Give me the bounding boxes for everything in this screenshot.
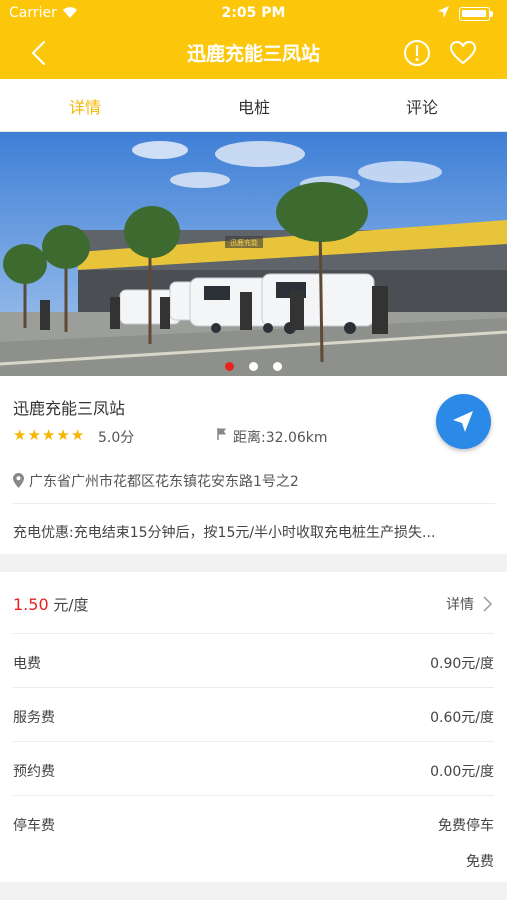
star-icon: ★ — [13, 426, 28, 444]
price-detail-link[interactable]: 详情 — [446, 594, 474, 614]
price-unit: 元/度 — [48, 596, 89, 614]
fee-value: 0.90元/度 — [430, 656, 494, 672]
nav-bar: 迅鹿充能三凤站 — [0, 28, 507, 79]
flag-icon — [217, 428, 226, 440]
chevron-right-icon[interactable] — [482, 595, 494, 613]
heart-icon[interactable] — [449, 39, 477, 67]
fee-label: 电费 — [13, 656, 41, 672]
tab-reviews[interactable]: 评论 — [362, 94, 482, 118]
distance: 距离:32.06km — [233, 430, 328, 446]
fee-value: 0.00元/度 — [430, 764, 494, 780]
rating-value: 5.0分 — [98, 430, 135, 446]
status-time: 2:05 PM — [221, 5, 286, 21]
charging-promo: 充电优惠:充电结束15分钟后，按15元/半小时收取充电桩生产损失... — [13, 525, 436, 541]
fee-row-service: 服务费 0.60元/度 — [13, 687, 494, 741]
location-arrow-icon — [438, 6, 449, 18]
fee-label: 停车费 — [13, 818, 55, 834]
carousel-dots — [0, 356, 507, 375]
fee-row-electricity: 电费 0.90元/度 — [13, 633, 494, 687]
map-pin-icon — [13, 473, 24, 488]
navigate-button[interactable] — [436, 394, 491, 449]
tab-details[interactable]: 详情 — [25, 94, 145, 118]
star-icon: ★ — [41, 426, 57, 444]
carousel-dot-1[interactable] — [224, 362, 234, 371]
pricing-card: 1.50 元/度 详情 电费 0.90元/度 服务费 0.60元/度 预约费 0… — [0, 572, 507, 882]
tab-chargers[interactable]: 电桩 — [194, 94, 314, 118]
price-value: 1.50 — [13, 595, 49, 614]
star-rating: ★★★★★ — [13, 426, 85, 444]
station-info-card: 迅鹿充能三凤站 ★★★★★ 5.0分 距离:32.06km 广东省广州市花都区花… — [0, 376, 507, 554]
fee-value: 0.60元/度 — [430, 710, 494, 726]
address-row[interactable]: 广东省广州市花都区花东镇花安东路1号之2 — [13, 470, 495, 504]
battery-icon — [459, 7, 493, 21]
star-icon: ★ — [56, 426, 71, 444]
carousel-dot-3[interactable] — [273, 362, 283, 371]
status-bar: Carrier 2:05 PM — [0, 0, 507, 28]
tab-bar: 详情 电桩 评论 — [0, 79, 507, 132]
fee-label: 服务费 — [13, 710, 55, 726]
fee-label: 预约费 — [13, 764, 55, 780]
station-name: 迅鹿充能三凤站 — [13, 399, 126, 418]
station-address: 广东省广州市花都区花东镇花安东路1号之2 — [29, 474, 299, 490]
fee-row-reservation: 预约费 0.00元/度 — [13, 741, 494, 795]
back-icon[interactable] — [22, 36, 56, 70]
carousel-dot-2[interactable] — [249, 362, 258, 371]
fee-value-note: 免费 — [466, 854, 494, 870]
star-icon: ★ — [70, 426, 86, 444]
navigate-icon — [453, 411, 473, 432]
fee-row-parking: 停车费 免费停车 免费 — [13, 795, 494, 882]
fee-value: 免费停车 — [438, 818, 494, 834]
star-icon: ★ — [27, 426, 42, 444]
info-icon[interactable] — [403, 39, 431, 67]
banner-sign: 迅鹿充能 — [230, 238, 258, 247]
price-summary: 1.50 元/度 — [13, 594, 88, 615]
station-photo-carousel[interactable]: 迅鹿充能 — [0, 132, 507, 376]
station-photo: 迅鹿充能 — [0, 132, 507, 376]
